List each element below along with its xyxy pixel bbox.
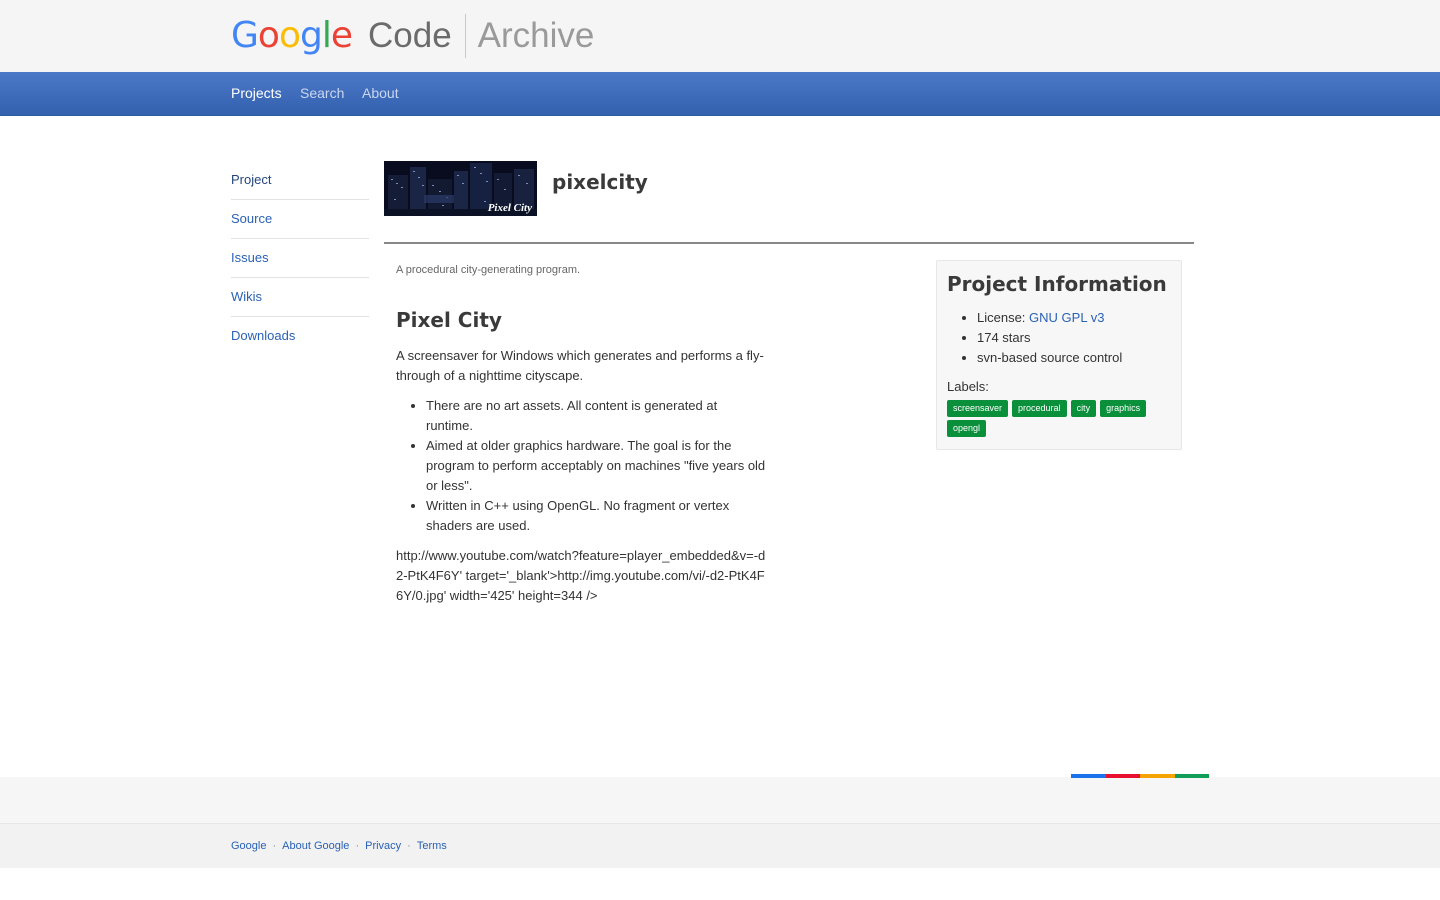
license-item: License: GNU GPL v3: [977, 308, 1171, 328]
footer-link-privacy[interactable]: Privacy: [365, 840, 401, 852]
footer-link-about-google[interactable]: About Google: [282, 840, 349, 852]
project-information-panel: Project Information License: GNU GPL v3 …: [936, 260, 1182, 450]
youtube-embed-text: http://www.youtube.com/watch?feature=pla…: [396, 548, 766, 603]
sidebar-item-wikis[interactable]: Wikis: [231, 278, 369, 317]
nav-about[interactable]: About: [362, 72, 399, 116]
labels-list: screensaver procedural city graphics ope…: [947, 400, 1157, 440]
project-summary: A procedural city-generating program.: [396, 264, 581, 276]
label-screensaver[interactable]: screensaver: [947, 400, 1009, 417]
google-letter: o: [278, 15, 301, 56]
footer-accent-red: [1106, 774, 1140, 778]
google-letter: o: [257, 15, 280, 56]
footer-accent-yellow: [1140, 774, 1175, 778]
project-header-divider: [384, 242, 1194, 244]
label-city[interactable]: city: [1070, 400, 1097, 417]
logo-code-text: Code: [368, 16, 452, 55]
top-navbar: Projects Search About: [0, 72, 1440, 116]
project-logo: Pixel City: [384, 161, 537, 216]
description-paragraph: A screensaver for Windows which generate…: [396, 348, 764, 383]
google-code-archive-logo[interactable]: Google Code Archive: [231, 12, 594, 60]
footer-accent-blue: [1071, 774, 1106, 778]
sidebar-item-issues[interactable]: Issues: [231, 239, 369, 278]
google-letter: g: [299, 15, 323, 56]
label-procedural[interactable]: procedural: [1012, 400, 1067, 417]
footer-accent-green: [1175, 774, 1209, 778]
nav-projects[interactable]: Projects: [231, 72, 282, 116]
sidebar-item-source[interactable]: Source: [231, 200, 369, 239]
google-wordmark: Google: [231, 12, 353, 60]
project-sidebar: Project Source Issues Wikis Downloads: [231, 161, 369, 356]
sidebar-item-downloads[interactable]: Downloads: [231, 317, 369, 356]
description-heading: Pixel City: [396, 308, 502, 332]
logo-divider: [464, 14, 466, 58]
nav-search[interactable]: Search: [300, 72, 344, 116]
label-graphics[interactable]: graphics: [1100, 400, 1147, 417]
site-footer: Google · About Google · Privacy · Terms: [0, 824, 1440, 868]
footer-separator: ·: [355, 840, 360, 852]
sidebar-item-project[interactable]: Project: [231, 161, 369, 200]
site-header: Google Code Archive: [0, 0, 1440, 72]
labels-title: Labels:: [947, 379, 989, 394]
list-item: There are no art assets. All content is …: [426, 396, 766, 436]
license-link[interactable]: GNU GPL v3: [1029, 310, 1104, 325]
google-letter: G: [231, 15, 259, 56]
source-control-item: svn-based source control: [977, 348, 1171, 368]
list-item: Aimed at older graphics hardware. The go…: [426, 436, 766, 496]
label-opengl[interactable]: opengl: [947, 420, 987, 437]
footer-upper-band: [0, 777, 1440, 824]
license-prefix: License:: [977, 310, 1030, 325]
google-letter: e: [330, 15, 353, 56]
logo-archive-text: Archive: [477, 16, 595, 55]
list-item: Written in C++ using OpenGL. No fragment…: [426, 496, 766, 536]
footer-separator: ·: [407, 840, 411, 852]
project-title: pixelcity: [552, 170, 648, 194]
footer-separator: ·: [272, 840, 277, 852]
stars-item: 174 stars: [977, 328, 1171, 348]
feature-list: There are no art assets. All content is …: [396, 396, 766, 536]
project-logo-caption: Pixel City: [487, 202, 532, 214]
project-info-list: License: GNU GPL v3 174 stars svn-based …: [947, 308, 1171, 368]
project-information-title: Project Information: [947, 272, 1167, 296]
footer-link-terms[interactable]: Terms: [417, 840, 447, 852]
project-description: A procedural city-generating program. Pi…: [396, 262, 766, 606]
google-letter: l: [321, 15, 332, 56]
footer-links: Google · About Google · Privacy · Terms: [231, 839, 447, 853]
footer-link-google[interactable]: Google: [231, 840, 266, 852]
